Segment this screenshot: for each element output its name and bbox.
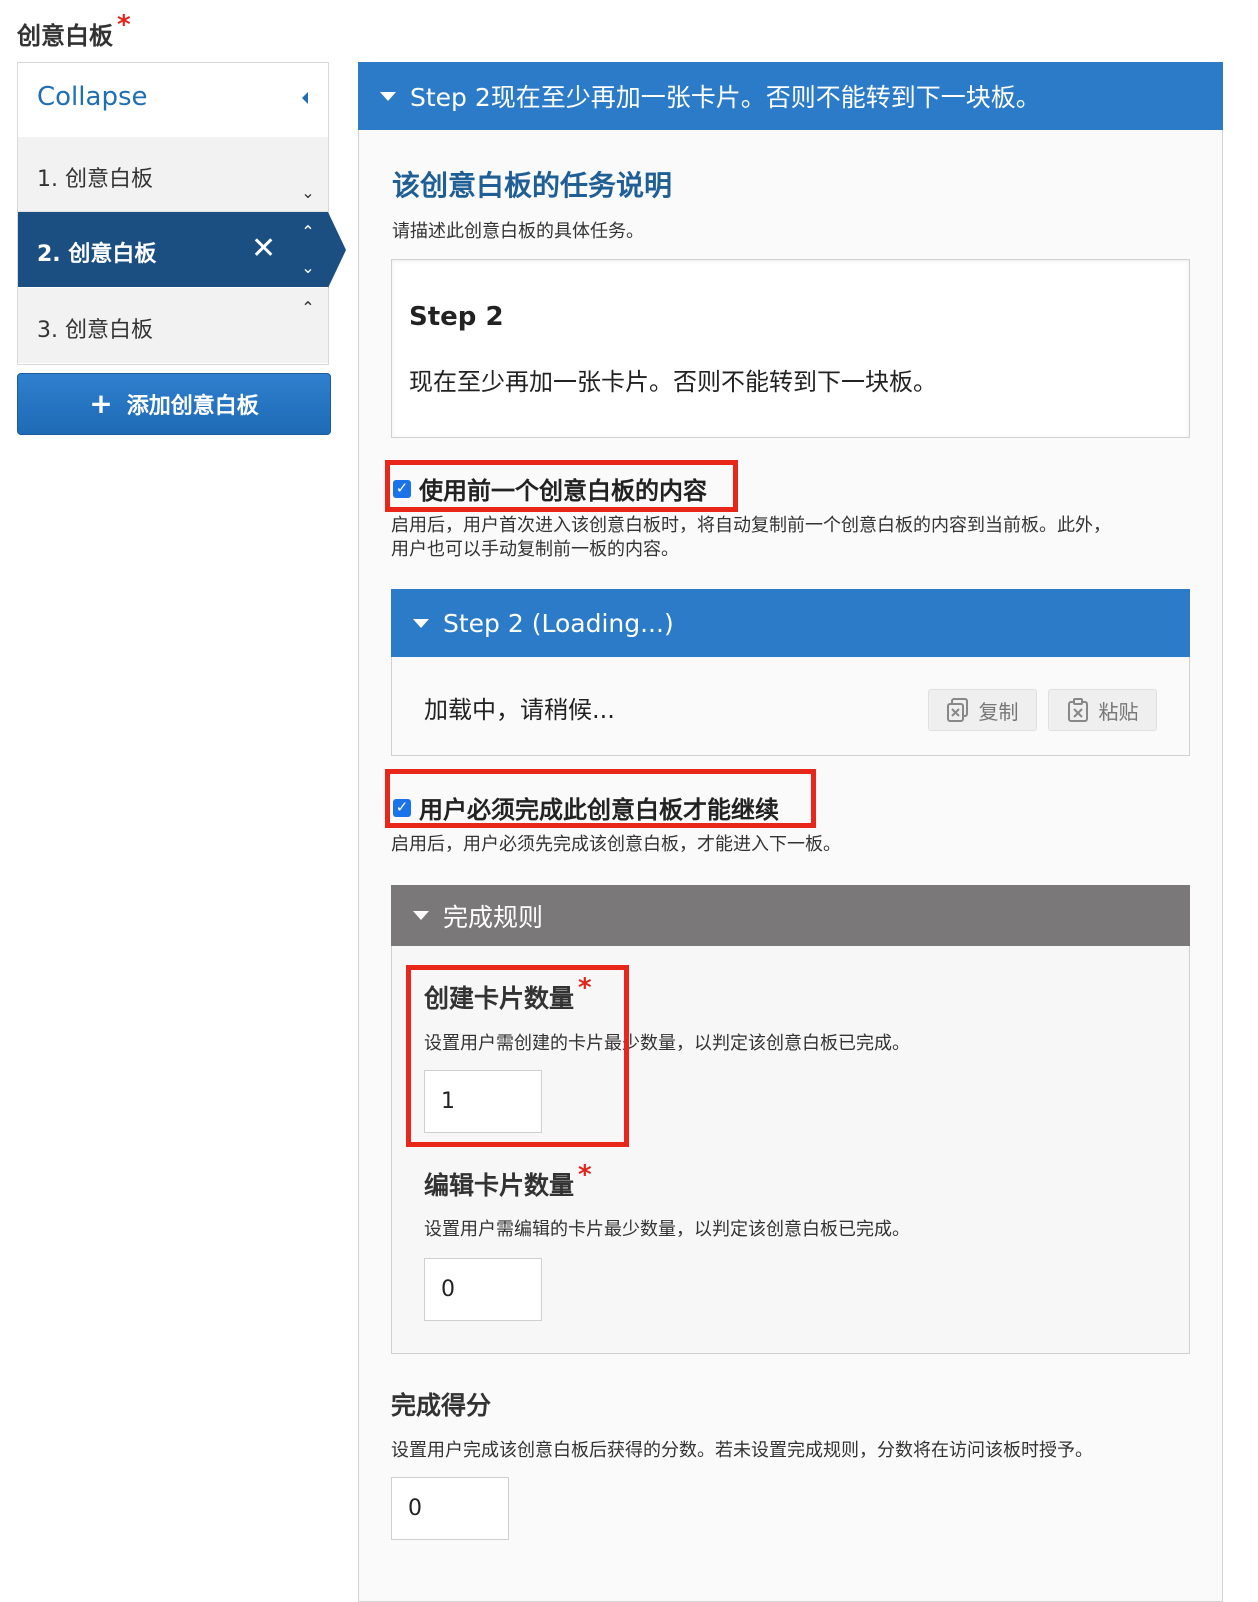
paste-button[interactable]: 粘贴 [1048,689,1157,731]
sidebar-item-board-1[interactable]: 1. 创意白板 ⌄ [18,137,328,212]
board-label: 3. 创意白板 [37,318,153,343]
move-up-icon[interactable]: ⌃ [298,300,318,316]
completion-rules-header[interactable]: 完成规则 [391,885,1190,946]
paste-label: 粘贴 [1098,699,1139,724]
sidebar-item-board-2[interactable]: 2. 创意白板 ✕ ⌃ ⌄ [18,212,328,287]
caret-down-icon [380,91,396,101]
move-down-icon[interactable]: ⌄ [298,185,318,201]
preview-title: Step 2 (Loading...) [443,608,674,638]
must-complete-help: 启用后，用户必须先完成该创意白板，才能进入下一板。 [391,834,841,855]
move-up-icon[interactable]: ⌃ [298,224,318,240]
caret-down-icon [413,911,429,920]
board-label: 1. 创意白板 [37,167,153,192]
required-mark: * [117,10,131,40]
task-section-title: 该创意白板的任务说明 [392,169,673,202]
required-mark: * [578,1160,592,1190]
task-description-editor[interactable] [391,259,1190,438]
task-section-description: 请描述此创意白板的具体任务。 [392,221,644,242]
add-board-label: 添加创意白板 [126,394,259,419]
edit-cards-label-text: 编辑卡片数量 [424,1171,575,1200]
use-previous-help-1: 启用后，用户首次进入该创意白板时，将自动复制前一个创意白板的内容到当前板。此外， [391,515,1111,536]
must-complete-checkbox-row[interactable]: ✓ 用户必须完成此创意白板才能继续 [393,790,779,825]
board-panel-title: Step 2现在至少再加一张卡片。否则不能转到下一块板。 [410,83,1041,112]
use-previous-checkbox[interactable]: ✓ [393,479,411,498]
add-board-button[interactable]: + 添加创意白板 [17,373,331,435]
must-complete-checkbox[interactable]: ✓ [393,798,411,817]
edit-cards-help: 设置用户需编辑的卡片最少数量，以判定该创意白板已完成。 [424,1219,910,1240]
use-previous-label[interactable]: 使用前一个创意白板的内容 [419,471,707,506]
highlight-box [406,965,629,1147]
use-previous-checkbox-row[interactable]: ✓ 使用前一个创意白板的内容 [393,471,707,506]
sidebar-item-board-3[interactable]: 3. 创意白板 ⌃ [18,288,328,363]
score-help: 设置用户完成该创意白板后获得的分数。若未设置完成规则，分数将在访问该板时授予。 [391,1440,1093,1461]
copy-button[interactable]: 复制 [928,689,1037,731]
task-step-heading: Step 2 [409,302,504,332]
use-previous-help-2: 用户也可以手动复制前一板的内容。 [391,539,679,560]
preview-header[interactable]: Step 2 (Loading...) [391,589,1190,657]
edit-cards-label: 编辑卡片数量 * [424,1160,592,1202]
board-panel-header[interactable]: Step 2现在至少再加一张卡片。否则不能转到下一块板。 [358,62,1223,130]
active-pointer [328,212,346,288]
close-icon[interactable]: ✕ [251,234,276,264]
plus-icon: + [89,387,113,420]
board-label: 2. 创意白板 [37,242,157,267]
move-down-icon[interactable]: ⌄ [298,260,318,276]
field-title: 创意白板 * [17,10,131,51]
copy-label: 复制 [978,699,1019,724]
edit-cards-input[interactable] [424,1258,542,1321]
completion-rules-title: 完成规则 [443,902,544,932]
loading-text: 加载中，请稍候... [424,696,615,724]
field-title-text: 创意白板 [17,22,113,50]
caret-down-icon [413,618,429,628]
copy-icon [946,698,968,722]
task-step-text: 现在至少再加一张卡片。否则不能转到下一块板。 [409,368,937,396]
score-input[interactable] [391,1477,509,1540]
collapse-label[interactable]: Collapse [37,82,148,112]
paste-icon [1067,698,1088,722]
caret-left-icon[interactable] [302,92,308,104]
must-complete-label[interactable]: 用户必须完成此创意白板才能继续 [419,790,779,825]
score-label: 完成得分 [391,1391,492,1420]
